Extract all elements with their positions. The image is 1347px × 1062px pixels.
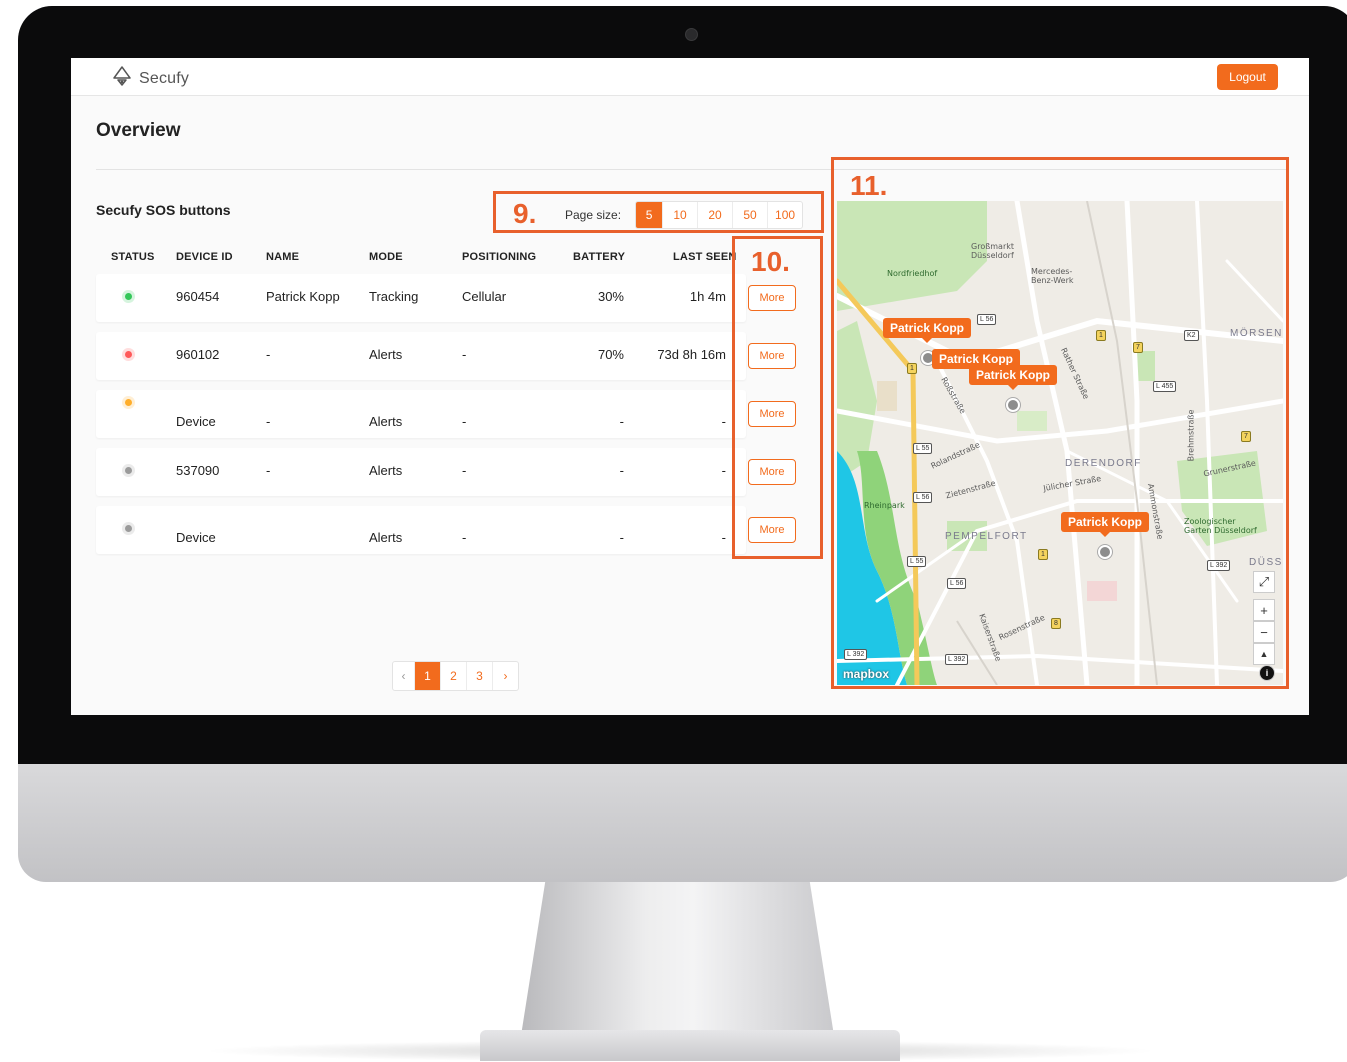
device-name: -	[266, 347, 271, 362]
device-mode: Alerts	[369, 414, 403, 429]
app-name: Secufy	[139, 69, 190, 87]
camera-icon	[685, 28, 698, 41]
column-header-positioning: POSITIONING	[462, 251, 537, 263]
column-header-status: STATUS	[111, 251, 155, 263]
pagination-page-2[interactable]: 2	[440, 662, 466, 690]
device-mode: Alerts	[369, 463, 403, 478]
table-row[interactable]: Device - Alerts - - -	[96, 390, 746, 438]
device-name: -	[266, 414, 271, 429]
battery-level: -	[619, 530, 624, 545]
callout-number-11: 11.	[850, 170, 888, 201]
last-seen: 73d 8h 16m	[657, 347, 726, 362]
pagination-page-1[interactable]: 1	[414, 662, 440, 690]
bell-logo-icon	[111, 65, 133, 92]
logo[interactable]: Secufy	[111, 65, 189, 92]
table-row[interactable]: 537090 - Alerts - - -	[96, 448, 746, 496]
section-title: Secufy SOS buttons	[96, 202, 231, 218]
column-header-name: NAME	[266, 251, 300, 263]
device-id: 960454	[176, 289, 220, 304]
device-name: Patrick Kopp	[266, 289, 340, 304]
device-mode: Alerts	[369, 530, 403, 545]
battery-level: -	[619, 414, 624, 429]
last-seen: -	[721, 530, 726, 545]
table-row[interactable]: Device Alerts - - -	[96, 506, 746, 554]
column-header-last-seen: LAST SEEN	[673, 251, 737, 263]
callout-frame-page-size	[493, 191, 824, 233]
last-seen: -	[721, 463, 726, 478]
device-id: 537090	[176, 463, 220, 478]
battery-level: -	[619, 463, 624, 478]
app-screen: Secufy Logout Overview Secufy SOS button…	[71, 58, 1309, 715]
status-indicator-icon	[125, 293, 132, 300]
monitor-stand	[520, 882, 835, 1042]
monitor-foot	[480, 1030, 900, 1061]
status-indicator-icon	[125, 525, 132, 532]
logout-button[interactable]: Logout	[1217, 64, 1278, 90]
pagination-page-3[interactable]: 3	[466, 662, 492, 690]
device-positioning: -	[462, 347, 467, 362]
top-bar: Secufy Logout	[71, 58, 1309, 96]
monitor-chin	[18, 764, 1347, 882]
last-seen: 1h 4m	[689, 289, 726, 304]
pagination-next-button[interactable]: ›	[492, 662, 518, 690]
device-positioning: -	[462, 530, 467, 545]
device-positioning: Cellular	[462, 289, 507, 304]
device-id: Device	[176, 414, 216, 429]
device-positioning: -	[462, 414, 467, 429]
device-name: -	[266, 463, 271, 478]
pagination: ‹ 1 2 3 ›	[392, 661, 519, 691]
battery-level: 70%	[597, 347, 624, 362]
callout-frame-more	[732, 236, 823, 559]
column-header-battery: BATTERY	[573, 251, 626, 263]
device-id: Device	[176, 530, 216, 545]
device-mode: Tracking	[369, 289, 419, 304]
status-indicator-icon	[125, 467, 132, 474]
device-mode: Alerts	[369, 347, 403, 362]
table-row[interactable]: 960102 - Alerts - 70% 73d 8h 16m	[96, 332, 746, 380]
callout-frame-map	[831, 157, 1289, 689]
callout-number-10: 10.	[751, 246, 790, 277]
pagination-prev-button[interactable]: ‹	[393, 662, 414, 690]
device-positioning: -	[462, 463, 467, 478]
status-indicator-icon	[125, 399, 132, 406]
page-title: Overview	[96, 120, 181, 141]
status-indicator-icon	[125, 351, 132, 358]
callout-number-9: 9.	[513, 198, 537, 229]
table-row[interactable]: 960454 Patrick Kopp Tracking Cellular 30% 1h …	[96, 274, 746, 322]
last-seen: -	[721, 414, 726, 429]
column-header-mode: MODE	[369, 251, 403, 263]
battery-level: 30%	[597, 289, 624, 304]
device-id: 960102	[176, 347, 220, 362]
column-header-device-id: DEVICE ID	[176, 251, 233, 263]
